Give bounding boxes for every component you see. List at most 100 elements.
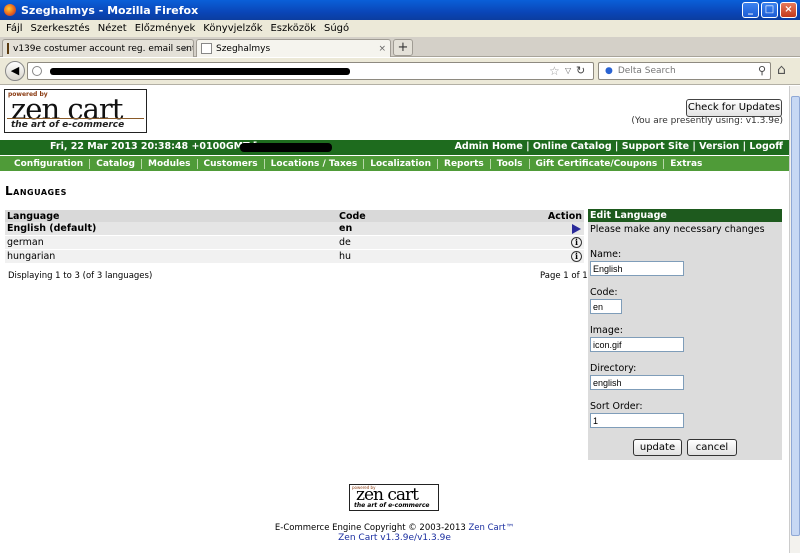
sort-order-label: Sort Order: <box>590 401 643 412</box>
page-content: powered by zen cart the art of e-commerc… <box>0 86 789 553</box>
admin-header-bar: Fri, 22 Mar 2013 20:38:48 +0100GMT [ Adm… <box>0 140 789 155</box>
redacted-url <box>50 68 350 75</box>
menu-file[interactable]: Fájl <box>6 23 23 34</box>
code-field[interactable] <box>590 299 622 314</box>
row-code: hu <box>339 251 352 262</box>
menu-help[interactable]: Súgó <box>324 23 349 34</box>
menu-localization[interactable]: Localization <box>364 158 439 169</box>
row-code: de <box>339 237 351 248</box>
footer-logo-tagline: the art of e-commerce <box>354 502 430 509</box>
tab-account-reg[interactable]: v139e costumer account reg. email sent i… <box>2 39 194 57</box>
copyright-text: E-Commerce Engine Copyright © 2003-2013 … <box>0 523 789 533</box>
redacted-text <box>240 143 332 152</box>
globe-icon <box>32 66 42 76</box>
menu-locations-taxes[interactable]: Locations / Taxes <box>265 158 365 169</box>
admin-links[interactable]: Admin Home | Online Catalog | Support Si… <box>455 141 783 152</box>
search-engine-icon: ● <box>605 66 613 76</box>
version-link[interactable]: Zen Cart v1.3.9e/v1.3.9e <box>0 533 789 543</box>
menu-tools[interactable]: Eszközök <box>270 23 316 34</box>
menu-customers[interactable]: Customers <box>198 158 265 169</box>
title-bar: Szeghalmys - Mozilla Firefox _ □ × <box>0 0 800 20</box>
row-language: german <box>7 237 44 248</box>
languages-table: Language Code Action English (default) e… <box>5 210 584 264</box>
home-icon[interactable]: ⌂ <box>777 62 786 78</box>
menu-view[interactable]: Nézet <box>98 23 127 34</box>
version-note: (You are presently using: v1.3.9e) <box>631 116 783 126</box>
directory-field[interactable] <box>590 375 684 390</box>
navigation-bar: ◀ ☆ ▽ ↻ ● Delta Search ⚲ ⌂ <box>0 58 800 85</box>
page-icon <box>201 43 212 54</box>
edit-note: Please make any necessary changes <box>590 224 765 235</box>
row-code: en <box>339 223 353 234</box>
browser-window: Szeghalmys - Mozilla Firefox _ □ × Fájl … <box>0 0 800 553</box>
tab-label: Szeghalmys <box>216 43 271 54</box>
table-row[interactable]: hungarian hu i <box>5 250 584 264</box>
search-input[interactable]: ● Delta Search ⚲ <box>598 62 771 80</box>
page-count: Page 1 of 1 <box>540 271 588 281</box>
url-bar[interactable]: ☆ ▽ ↻ <box>27 62 594 80</box>
check-updates-button[interactable]: Check for Updates <box>686 99 782 117</box>
reload-icon[interactable]: ↻ <box>576 64 585 77</box>
menu-edit[interactable]: Szerkesztés <box>31 23 90 34</box>
tab-szeghalmys[interactable]: Szeghalmys × <box>196 39 391 57</box>
directory-label: Directory: <box>590 363 637 374</box>
name-label: Name: <box>590 249 622 260</box>
site-favicon-icon <box>7 43 9 54</box>
selected-arrow-icon <box>572 224 581 234</box>
menu-tools[interactable]: Tools <box>491 158 530 169</box>
menu-bookmarks[interactable]: Könyvjelzők <box>203 23 262 34</box>
close-button[interactable]: × <box>780 2 797 18</box>
zen-cart-logo[interactable]: powered by zen cart the art of e-commerc… <box>4 89 147 133</box>
code-label: Code: <box>590 287 618 298</box>
table-row[interactable]: English (default) en <box>5 222 584 236</box>
date-text: Fri, 22 Mar 2013 20:38:48 +0100GMT [ <box>50 141 258 152</box>
menu-reports[interactable]: Reports <box>438 158 491 169</box>
table-row[interactable]: german de i <box>5 236 584 250</box>
menu-modules[interactable]: Modules <box>142 158 198 169</box>
sort-order-field[interactable] <box>590 413 684 428</box>
menu-configuration[interactable]: Configuration <box>8 158 91 169</box>
dropdown-icon[interactable]: ▽ <box>565 66 571 75</box>
info-icon[interactable]: i <box>571 251 582 262</box>
image-field[interactable] <box>590 337 684 352</box>
scrollbar-thumb[interactable] <box>791 96 800 536</box>
menu-bar: Fájl Szerkesztés Nézet Előzmények Könyvj… <box>0 20 800 37</box>
logo-tagline: the art of e-commerce <box>11 120 125 130</box>
edit-title: Edit Language <box>588 209 782 222</box>
tab-close-icon[interactable]: × <box>378 44 386 54</box>
vertical-scrollbar[interactable] <box>789 86 800 553</box>
minimize-button[interactable]: _ <box>742 2 759 18</box>
header-action: Action <box>547 211 582 222</box>
info-icon[interactable]: i <box>571 237 582 248</box>
back-button[interactable]: ◀ <box>5 61 25 81</box>
header-language: Language <box>7 211 60 222</box>
header-code: Code <box>339 211 366 222</box>
menu-extras[interactable]: Extras <box>664 159 708 169</box>
tab-bar: v139e costumer account reg. email sent i… <box>0 37 800 57</box>
zen-cart-link[interactable]: Zen Cart™ <box>468 523 514 533</box>
page-title: Languages <box>5 184 67 198</box>
admin-menu: Configuration Catalog Modules Customers … <box>0 156 789 171</box>
bookmark-star-icon[interactable]: ☆ <box>549 64 560 78</box>
table-header: Language Code Action <box>5 210 584 222</box>
tab-close-icon[interactable]: × <box>181 44 189 54</box>
row-language: English (default) <box>7 223 97 234</box>
update-button[interactable]: update <box>633 439 682 456</box>
name-field[interactable] <box>590 261 684 276</box>
maximize-button[interactable]: □ <box>761 2 778 18</box>
tab-label: v139e costumer account reg. email sent i… <box>13 43 194 54</box>
search-placeholder: Delta Search <box>617 66 676 76</box>
firefox-icon <box>4 4 16 16</box>
menu-history[interactable]: Előzmények <box>135 23 196 34</box>
cancel-button[interactable]: cancel <box>687 439 737 456</box>
footer-zen-cart-logo[interactable]: powered by zen cart the art of e-commerc… <box>349 484 439 511</box>
search-icon[interactable]: ⚲ <box>758 64 766 77</box>
image-label: Image: <box>590 325 623 336</box>
copyright-label: E-Commerce Engine Copyright © 2003-2013 <box>274 523 469 533</box>
new-tab-button[interactable]: + <box>393 39 413 56</box>
window-title: Szeghalmys - Mozilla Firefox <box>21 3 199 17</box>
edit-language-panel: Edit Language Please make any necessary … <box>588 209 782 460</box>
logo-divider <box>7 118 144 119</box>
menu-gift-certificate[interactable]: Gift Certificate/Coupons <box>530 158 665 169</box>
menu-catalog[interactable]: Catalog <box>90 158 142 169</box>
